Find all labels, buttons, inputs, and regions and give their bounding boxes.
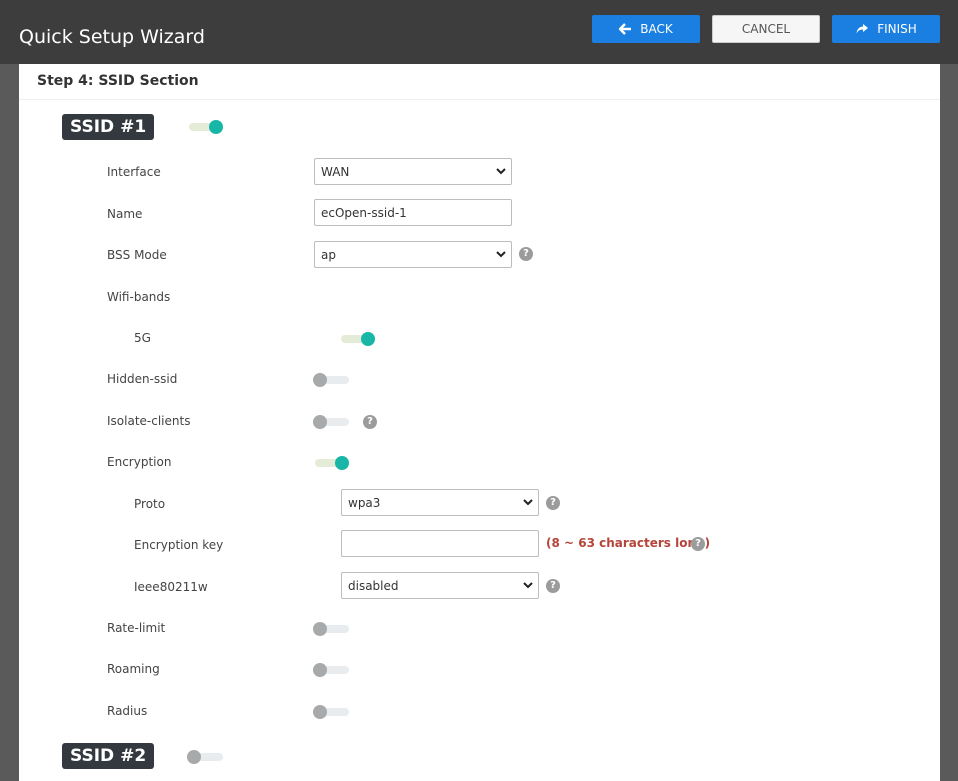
- cancel-button[interactable]: CANCEL: [712, 15, 820, 43]
- band-5g-label: 5G: [134, 331, 151, 345]
- ssid-1-toggle[interactable]: [187, 118, 225, 136]
- help-icon[interactable]: ?: [691, 537, 705, 551]
- isolate-clients-label: Isolate-clients: [107, 414, 191, 428]
- proto-value: wpa3: [348, 495, 381, 510]
- ssid-2-toggle[interactable]: [187, 748, 225, 766]
- ssid-1-badge: SSID #1: [62, 114, 155, 140]
- back-button-label: BACK: [640, 22, 673, 36]
- back-button[interactable]: BACK: [592, 15, 700, 43]
- help-icon[interactable]: ?: [546, 579, 560, 593]
- chevron-down-icon: [496, 168, 506, 175]
- wizard-panel: Step 4: SSID Section SSID #1 Interface W…: [19, 64, 940, 781]
- proto-label: Proto: [134, 497, 166, 511]
- name-value: ecOpen-ssid-1: [321, 205, 407, 220]
- roaming-toggle[interactable]: [313, 661, 351, 679]
- name-input[interactable]: ecOpen-ssid-1: [314, 199, 512, 226]
- chevron-down-icon: [523, 499, 533, 506]
- encryption-toggle[interactable]: [313, 454, 351, 472]
- proto-select[interactable]: wpa3: [341, 489, 539, 516]
- bss-mode-select[interactable]: ap: [314, 241, 512, 268]
- ieee80211w-label: Ieee80211w: [134, 580, 208, 594]
- interface-value: WAN: [321, 164, 350, 179]
- hidden-ssid-toggle[interactable]: [313, 371, 351, 389]
- wizard-title: Quick Setup Wizard: [19, 26, 205, 48]
- band-5g-toggle[interactable]: [339, 330, 377, 348]
- help-icon[interactable]: ?: [546, 496, 560, 510]
- share-arrow-icon: [856, 24, 869, 34]
- finish-button[interactable]: FINISH: [832, 15, 940, 43]
- ieee80211w-value: disabled: [348, 578, 399, 593]
- cancel-button-label: CANCEL: [741, 22, 791, 36]
- top-header: Quick Setup Wizard BACK CANCEL FINISH: [0, 0, 958, 64]
- encryption-key-input[interactable]: [341, 530, 539, 557]
- bss-mode-label: BSS Mode: [107, 248, 167, 262]
- encryption-label: Encryption: [107, 455, 172, 469]
- interface-select[interactable]: WAN: [314, 158, 512, 185]
- help-icon[interactable]: ?: [519, 247, 533, 261]
- name-label: Name: [107, 207, 143, 221]
- finish-button-label: FINISH: [877, 22, 917, 36]
- wifi-bands-label: Wifi-bands: [107, 290, 171, 304]
- bss-mode-value: ap: [321, 247, 336, 262]
- chevron-down-icon: [523, 582, 533, 589]
- encryption-key-label: Encryption key: [134, 538, 224, 552]
- ssid-2-badge: SSID #2: [62, 743, 155, 769]
- help-icon[interactable]: ?: [363, 415, 377, 429]
- ieee80211w-select[interactable]: disabled: [341, 572, 539, 599]
- step-title: Step 4: SSID Section: [37, 73, 199, 89]
- hidden-ssid-label: Hidden-ssid: [107, 372, 178, 386]
- rate-limit-toggle[interactable]: [313, 620, 351, 638]
- rate-limit-label: Rate-limit: [107, 621, 166, 635]
- encryption-key-hint: (8 ~ 63 characters long): [546, 536, 711, 550]
- chevron-down-icon: [496, 251, 506, 258]
- radius-label: Radius: [107, 704, 148, 718]
- isolate-clients-toggle[interactable]: [313, 413, 351, 431]
- interface-label: Interface: [107, 165, 161, 179]
- roaming-label: Roaming: [107, 662, 160, 676]
- step-bar: Step 4: SSID Section: [19, 64, 940, 100]
- radius-toggle[interactable]: [313, 703, 351, 721]
- arrow-left-icon: [619, 23, 632, 35]
